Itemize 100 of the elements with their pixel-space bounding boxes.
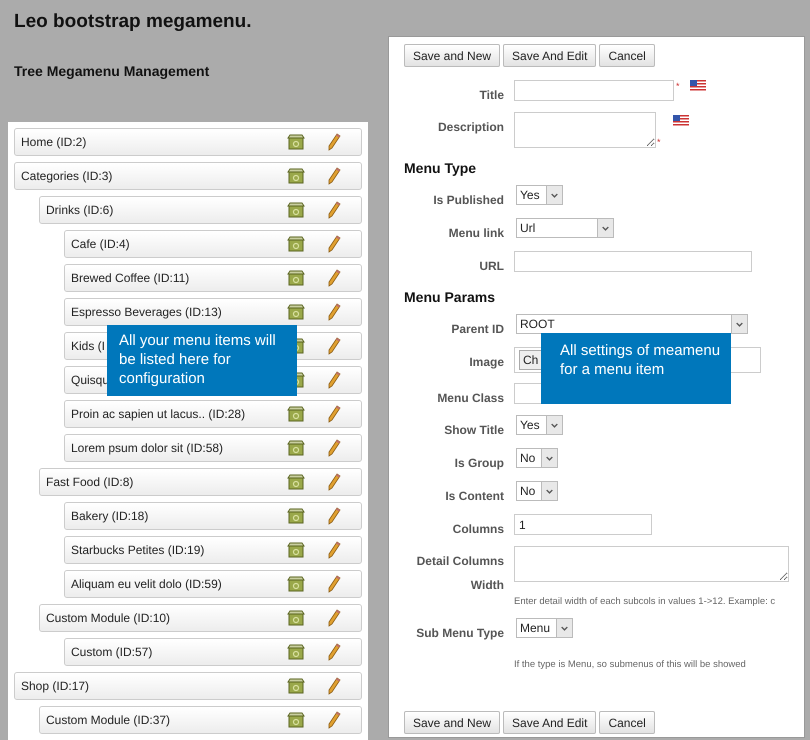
pencil-icon[interactable] <box>327 711 341 729</box>
box-icon[interactable] <box>287 576 305 592</box>
tree-item[interactable]: Custom Module (ID:10) <box>39 604 362 632</box>
field-label: Columns <box>452 522 504 536</box>
help-text: Enter detail width of each subcols in values 1->12. Example: c <box>514 596 776 607</box>
required-mark: * <box>657 136 661 149</box>
pencil-icon[interactable] <box>327 473 341 491</box>
pencil-icon[interactable] <box>327 235 341 253</box>
caret-icon <box>546 416 562 434</box>
select-field[interactable]: Yes <box>516 415 563 435</box>
tree-item-label: Cafe (ID:4) <box>71 236 130 253</box>
box-icon[interactable] <box>287 712 305 728</box>
field-label: Is Content <box>445 489 504 503</box>
info-tooltip: All settings of meamenu for a menu item <box>541 333 731 404</box>
caret-icon <box>546 186 562 204</box>
box-icon[interactable] <box>287 406 305 422</box>
pencil-icon[interactable] <box>327 371 341 389</box>
select-field[interactable]: Menu <box>516 618 574 638</box>
pencil-icon[interactable] <box>327 133 341 151</box>
tree-item-label: Kids (I <box>71 338 106 355</box>
field-label: Detail Columns Width <box>416 554 504 592</box>
box-icon[interactable] <box>287 508 305 524</box>
tree-item[interactable]: Categories (ID:3) <box>14 162 362 190</box>
field-label: Show Title <box>444 423 504 437</box>
form-button[interactable]: Save and New <box>404 711 500 734</box>
tree-item-label: Custom Module (ID:10) <box>46 610 170 627</box>
field-label: Parent ID <box>451 322 504 336</box>
pencil-icon[interactable] <box>327 167 341 185</box>
pencil-icon[interactable] <box>327 201 341 219</box>
field-label: Description <box>438 120 504 134</box>
tree-item[interactable]: Aliquam eu velit dolo (ID:59) <box>64 570 362 598</box>
tree-item-label: Custom Module (ID:37) <box>46 712 170 729</box>
section-heading: Menu Params <box>404 288 496 307</box>
form-button[interactable]: Save and New <box>404 44 500 67</box>
box-icon[interactable] <box>287 270 305 286</box>
pencil-icon[interactable] <box>327 269 341 287</box>
box-icon[interactable] <box>287 542 305 558</box>
tree-item[interactable]: Custom (ID:57) <box>64 638 362 666</box>
caret-icon <box>556 619 572 637</box>
text-field[interactable] <box>514 80 674 101</box>
box-icon[interactable] <box>287 202 305 218</box>
box-icon[interactable] <box>287 304 305 320</box>
field-label: Title <box>480 88 504 102</box>
box-icon[interactable] <box>287 168 305 184</box>
tree-item[interactable]: Lorem psum dolor sit (ID:58) <box>64 434 362 462</box>
tree-item-label: Custom (ID:57) <box>71 644 152 661</box>
tree-item[interactable]: Brewed Coffee (ID:11) <box>64 264 362 292</box>
pencil-icon[interactable] <box>327 643 341 661</box>
help-text: If the type is Menu, so submenus of this will be showed <box>514 659 746 670</box>
select-field[interactable]: No <box>516 448 558 468</box>
section-heading: Menu Type <box>404 159 476 178</box>
tree-item[interactable]: Starbucks Petites (ID:19) <box>64 536 362 564</box>
form-button[interactable]: Save And Edit <box>503 711 596 734</box>
box-icon[interactable] <box>287 440 305 456</box>
pencil-icon[interactable] <box>327 337 341 355</box>
select-field[interactable]: ROOT <box>516 314 748 334</box>
tree-item-label: Drinks (ID:6) <box>46 202 114 219</box>
box-icon[interactable] <box>287 610 305 626</box>
field-label: URL <box>479 259 504 273</box>
tree-item[interactable]: Shop (ID:17) <box>14 672 362 700</box>
form-button[interactable]: Save And Edit <box>503 44 596 67</box>
tree-item[interactable]: Custom Module (ID:37) <box>39 706 362 734</box>
tree-item-label: Shop (ID:17) <box>21 678 90 695</box>
pencil-icon[interactable] <box>327 405 341 423</box>
tree-item[interactable]: Drinks (ID:6) <box>39 196 362 224</box>
box-icon[interactable] <box>287 644 305 660</box>
field-label: Sub Menu Type <box>416 626 504 640</box>
info-tooltip: All your menu items will be listed here for configuration <box>107 325 297 396</box>
pencil-icon[interactable] <box>327 677 341 695</box>
select-field[interactable]: Yes <box>516 185 563 205</box>
pencil-icon[interactable] <box>327 303 341 321</box>
pencil-icon[interactable] <box>327 575 341 593</box>
select-field[interactable]: No <box>516 481 558 501</box>
form-button[interactable]: Cancel <box>599 711 655 734</box>
tree-item-label: Proin ac sapien ut lacus.. (ID:28) <box>71 406 246 423</box>
text-field[interactable]: 1 <box>514 514 652 535</box>
pencil-icon[interactable] <box>327 439 341 457</box>
box-icon[interactable] <box>287 678 305 694</box>
required-mark: * <box>676 80 680 93</box>
pencil-icon[interactable] <box>327 609 341 627</box>
caret-icon <box>597 219 613 237</box>
tree-item[interactable]: Proin ac sapien ut lacus.. (ID:28) <box>64 400 362 428</box>
select-field[interactable]: Url <box>516 218 614 238</box>
tree-title: Tree Megamenu Management <box>14 63 210 79</box>
caret-icon <box>541 482 558 500</box>
box-icon[interactable] <box>287 474 305 490</box>
tree-item[interactable]: Cafe (ID:4) <box>64 230 362 258</box>
pencil-icon[interactable] <box>327 507 341 525</box>
text-field[interactable] <box>514 251 752 272</box>
tree-item-label: Bakery (ID:18) <box>71 508 148 525</box>
tree-item[interactable]: Bakery (ID:18) <box>64 502 362 530</box>
tree-item-label: Starbucks Petites (ID:19) <box>71 542 204 559</box>
form-button[interactable]: Cancel <box>599 44 655 67</box>
box-icon[interactable] <box>287 134 305 150</box>
pencil-icon[interactable] <box>327 541 341 559</box>
tree-item-label: Categories (ID:3) <box>21 168 112 185</box>
tree-item[interactable]: Espresso Beverages (ID:13) <box>64 298 362 326</box>
tree-item[interactable]: Home (ID:2) <box>14 128 362 156</box>
tree-item[interactable]: Fast Food (ID:8) <box>39 468 362 496</box>
box-icon[interactable] <box>287 236 305 252</box>
